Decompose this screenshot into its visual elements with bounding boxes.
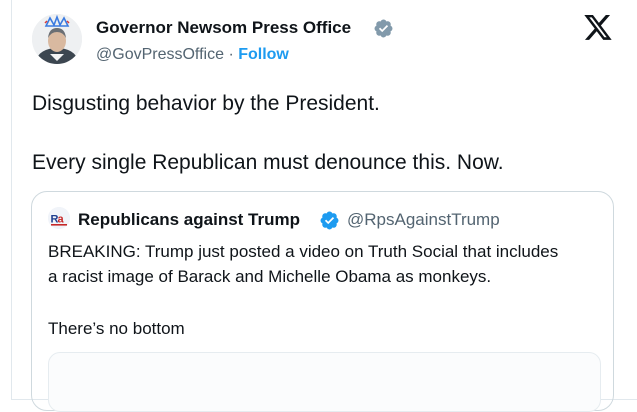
quoted-author-avatar[interactable]: R a <box>48 207 70 229</box>
quoted-author-name[interactable]: Republicans against Trump <box>78 210 300 230</box>
quoted-author-handle[interactable]: @RpsAgainstTrump <box>347 210 500 230</box>
quoted-media-preview[interactable] <box>48 352 601 412</box>
verified-badge-icon <box>374 19 393 38</box>
quoted-text-line-1: BREAKING: Trump just posted a video on T… <box>48 242 559 261</box>
quoted-tweet[interactable]: R a Republicans against Trump @RpsAgains… <box>31 191 614 412</box>
avatar-portrait-icon <box>32 14 82 64</box>
follow-button[interactable]: Follow <box>238 46 289 63</box>
tweet-text-line-2: Every single Republican must denounce th… <box>32 151 504 174</box>
tweet-text-line-1: Disgusting behavior by the President. <box>32 92 380 115</box>
x-logo-icon[interactable] <box>584 15 613 41</box>
author-name[interactable]: Governor Newsom Press Office <box>96 18 351 38</box>
author-handle[interactable]: @GovPressOffice <box>96 46 224 63</box>
author-avatar[interactable] <box>32 14 82 64</box>
separator-dot: · <box>228 46 234 63</box>
svg-text:a: a <box>58 214 65 226</box>
quoted-text-line-2: a racist image of Barack and Michelle Ob… <box>48 267 492 286</box>
quoted-text-line-3: There’s no bottom <box>48 319 185 338</box>
author-handle-row: @GovPressOffice · Follow <box>96 46 289 64</box>
rat-logo-icon: R a <box>48 207 70 229</box>
quoted-verified-badge-icon <box>320 211 339 230</box>
